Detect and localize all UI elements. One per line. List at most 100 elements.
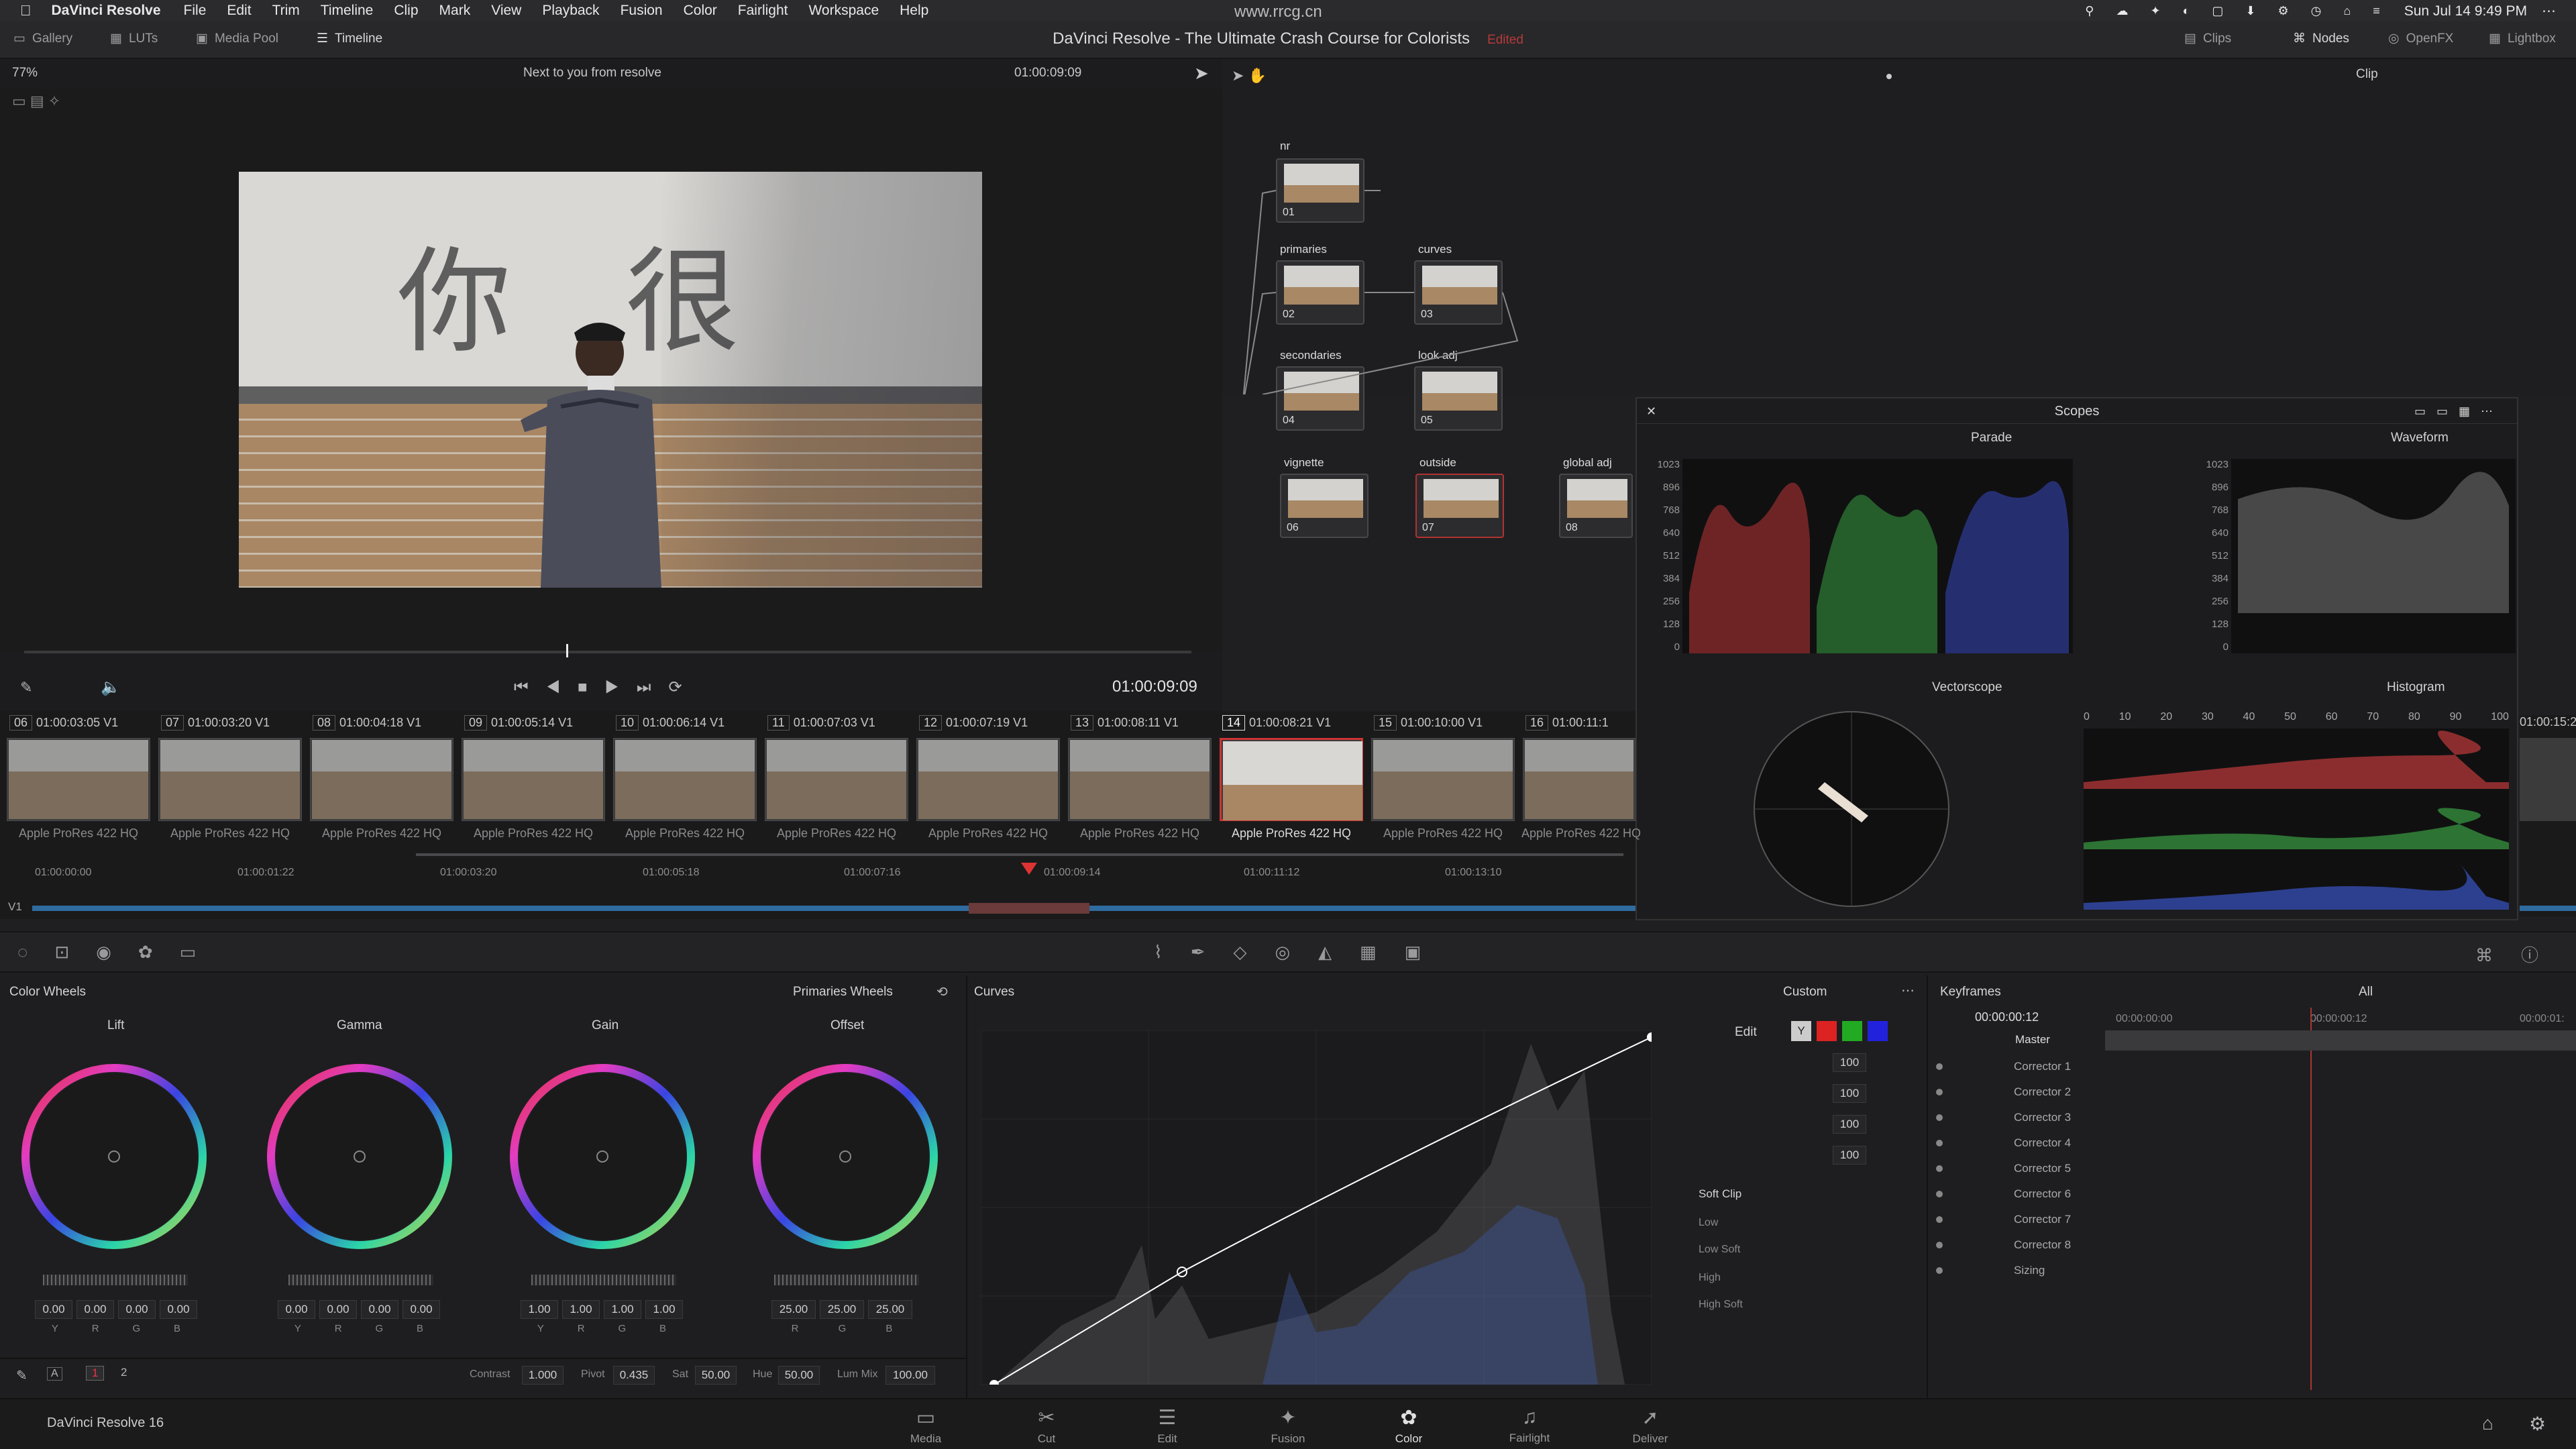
lift-g-value[interactable]: 0.00 bbox=[118, 1300, 156, 1319]
node-vignette[interactable]: 06 bbox=[1280, 474, 1368, 538]
viewer-timecode[interactable]: 01:00:09:09 bbox=[1014, 66, 1081, 80]
page-fusion[interactable]: ✦ Fusion bbox=[1254, 1406, 1322, 1446]
timeline-clip[interactable] bbox=[310, 738, 453, 821]
timeline-clip-selected[interactable] bbox=[1220, 738, 1363, 821]
menu-playback[interactable]: Playback bbox=[542, 3, 599, 19]
sat-value[interactable]: 50.00 bbox=[695, 1366, 737, 1385]
kf-row[interactable]: Corrector 6 bbox=[1928, 1182, 2102, 1206]
zoom-dropdown[interactable]: 77% bbox=[12, 66, 38, 80]
menu-fairlight[interactable]: Fairlight bbox=[738, 3, 788, 19]
clip-name[interactable]: Next to you from resolve bbox=[523, 66, 661, 80]
menu-color[interactable]: Color bbox=[684, 3, 717, 19]
clip-tc-16[interactable]: 16 01:00:11:1 bbox=[1525, 715, 1609, 731]
page-1-button[interactable]: 1 bbox=[86, 1366, 105, 1381]
clip-tc-12[interactable]: 12 01:00:07:19 V1 bbox=[919, 715, 1028, 731]
gain-r-value[interactable]: 1.00 bbox=[562, 1300, 600, 1319]
right-palette-icons[interactable]: ⌘ⓘ bbox=[2475, 942, 2567, 967]
page-color[interactable]: ✿ Color bbox=[1375, 1406, 1442, 1446]
timeline-clip[interactable] bbox=[613, 738, 757, 821]
clip-tc-11[interactable]: 11 01:00:07:03 V1 bbox=[767, 715, 875, 731]
openfx-button[interactable]: ◎ OpenFX bbox=[2388, 31, 2453, 46]
offset-b-value[interactable]: 25.00 bbox=[868, 1300, 912, 1319]
menu-extra-icon[interactable]: ⋯ bbox=[2542, 3, 2556, 19]
clip-tc-09[interactable]: 09 01:00:05:14 V1 bbox=[464, 715, 573, 731]
playback-controls[interactable]: ⏮◀■▶⏭⟳ bbox=[514, 678, 700, 697]
gamma-b-value[interactable]: 0.00 bbox=[402, 1300, 440, 1319]
timeline-clip[interactable] bbox=[916, 738, 1060, 821]
b-intensity[interactable]: 100 bbox=[1833, 1146, 1866, 1165]
curves-mode-dropdown[interactable]: Custom bbox=[1783, 985, 1827, 1000]
lift-y-value[interactable]: 0.00 bbox=[35, 1300, 72, 1319]
kf-row[interactable]: Sizing bbox=[1928, 1258, 2102, 1283]
kf-row[interactable]: Corrector 3 bbox=[1928, 1106, 2102, 1130]
offset-g-value[interactable]: 25.00 bbox=[820, 1300, 864, 1319]
timeline-track-bar-right[interactable] bbox=[2520, 906, 2576, 911]
page-media[interactable]: ▭ Media bbox=[892, 1406, 959, 1446]
menu-edit[interactable]: Edit bbox=[227, 3, 251, 19]
menu-workspace[interactable]: Workspace bbox=[808, 3, 879, 19]
timeline-clip[interactable] bbox=[1068, 738, 1212, 821]
speaker-icon[interactable]: 🔈 bbox=[101, 678, 121, 697]
page-cut[interactable]: ✂ Cut bbox=[1013, 1406, 1080, 1446]
vectorscope-dropdown[interactable]: Vectorscope bbox=[1932, 680, 2002, 695]
menu-timeline[interactable]: Timeline bbox=[321, 3, 374, 19]
keyframes-filter[interactable]: All bbox=[2359, 985, 2373, 1000]
g-intensity[interactable]: 100 bbox=[1833, 1115, 1866, 1134]
timeline-clip[interactable] bbox=[7, 738, 150, 821]
gamma-y-value[interactable]: 0.00 bbox=[278, 1300, 315, 1319]
picker-icon[interactable]: ✎ bbox=[16, 1367, 28, 1384]
scrubber[interactable] bbox=[24, 651, 1191, 653]
clip-tc-10[interactable]: 10 01:00:06:14 V1 bbox=[616, 715, 724, 731]
pivot-value[interactable]: 0.435 bbox=[613, 1366, 655, 1385]
timeline-track-bar[interactable] bbox=[32, 906, 1635, 911]
timeline-scrollbar[interactable] bbox=[416, 853, 1623, 856]
wheels-mode-dropdown[interactable]: Primaries Wheels bbox=[793, 985, 893, 1000]
histogram-dropdown[interactable]: Histogram bbox=[2387, 680, 2445, 695]
keyframe-playhead[interactable] bbox=[2310, 1008, 2312, 1390]
scrubber-playhead[interactable] bbox=[566, 644, 568, 657]
viewer-frame[interactable]: 你 很 美 麗 bbox=[239, 172, 982, 588]
clips-button[interactable]: ▤ Clips bbox=[2184, 31, 2231, 46]
lift-master-wheel[interactable] bbox=[43, 1275, 188, 1285]
y-intensity[interactable]: 100 bbox=[1833, 1053, 1866, 1072]
clip-tc-08[interactable]: 08 01:00:04:18 V1 bbox=[313, 715, 421, 731]
close-icon[interactable]: ✕ bbox=[1646, 398, 1656, 424]
page-fairlight[interactable]: ♫ Fairlight bbox=[1496, 1406, 1563, 1445]
curve-graph[interactable] bbox=[981, 1030, 1652, 1385]
gamma-r-value[interactable]: 0.00 bbox=[319, 1300, 357, 1319]
timeline-playhead[interactable] bbox=[1021, 863, 1037, 875]
gain-master-wheel[interactable] bbox=[531, 1275, 676, 1285]
color-wheels[interactable] bbox=[20, 1063, 939, 1257]
clip-tc-07[interactable]: 07 01:00:03:20 V1 bbox=[161, 715, 270, 731]
eyedropper-icon[interactable]: ✎ bbox=[20, 679, 32, 696]
home-icon[interactable]: ⌂ bbox=[2482, 1413, 2493, 1434]
scope-layout-icons[interactable]: ▭▭▦⋯ bbox=[2414, 398, 2504, 424]
auto-balance-button[interactable]: A bbox=[47, 1367, 62, 1381]
y-channel-toggle[interactable]: Y bbox=[1791, 1021, 1811, 1041]
timeline-clip[interactable] bbox=[1523, 738, 1635, 821]
menu-mark[interactable]: Mark bbox=[439, 3, 471, 19]
page-edit[interactable]: ☰ Edit bbox=[1134, 1406, 1201, 1446]
settings-icon[interactable]: ⚙ bbox=[2529, 1413, 2546, 1435]
timeline-clip[interactable] bbox=[2520, 738, 2576, 821]
r-intensity[interactable]: 100 bbox=[1833, 1084, 1866, 1103]
gain-g-value[interactable]: 1.00 bbox=[604, 1300, 641, 1319]
apple-icon[interactable]:  bbox=[20, 2, 32, 19]
reset-icon[interactable]: ⟲ bbox=[936, 983, 948, 1000]
waveform-dropdown[interactable]: Waveform bbox=[2391, 431, 2449, 445]
kf-row[interactable]: Corrector 2 bbox=[1928, 1080, 2102, 1104]
kf-row[interactable]: Corrector 7 bbox=[1928, 1208, 2102, 1232]
kf-row[interactable]: Corrector 5 bbox=[1928, 1157, 2102, 1181]
viewer-mode-icon[interactable]: ▭ ▤ ✧ bbox=[12, 93, 60, 110]
page-2-button[interactable]: 2 bbox=[115, 1366, 132, 1379]
timeline-ruler[interactable]: 01:00:00:00 01:00:01:22 01:00:03:20 01:0… bbox=[0, 864, 1635, 884]
gain-b-value[interactable]: 1.00 bbox=[645, 1300, 683, 1319]
clip-tc-13[interactable]: 13 01:00:08:11 V1 bbox=[1071, 715, 1179, 731]
clip-tc-15[interactable]: 15 01:00:10:00 V1 bbox=[1374, 715, 1483, 731]
nodes-button[interactable]: ⌘ Nodes bbox=[2293, 31, 2349, 46]
lightbox-button[interactable]: ▦ Lightbox bbox=[2489, 31, 2556, 46]
gamma-g-value[interactable]: 0.00 bbox=[361, 1300, 398, 1319]
more-icon[interactable]: ⋯ bbox=[1901, 982, 1915, 999]
hue-value[interactable]: 50.00 bbox=[778, 1366, 820, 1385]
menu-help[interactable]: Help bbox=[900, 3, 928, 19]
